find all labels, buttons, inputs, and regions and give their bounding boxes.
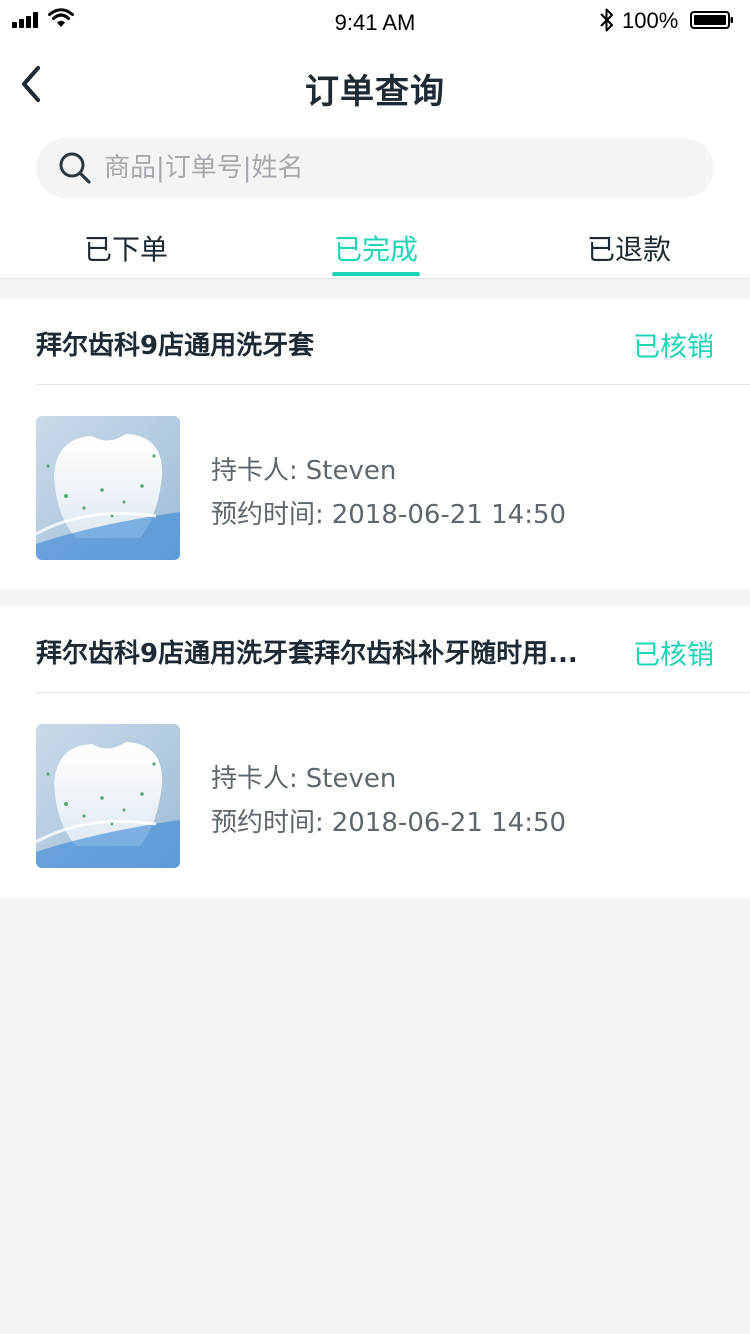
bluetooth-icon [600,8,613,32]
card-holder-row: 持卡人: Steven [211,450,396,487]
status-bar: 9:41 AM 100% [0,0,750,40]
card-holder-value: Steven [305,456,397,486]
appointment-time-label: 预约时间: [211,500,324,530]
order-query-screen: 9:41 AM 100% 订单查询 已下单 已完成 已退款 [0,0,750,1334]
product-thumbnail [36,416,180,560]
appointment-time-row: 预约时间: 2018-06-21 14:50 [211,494,566,531]
tab-refunded[interactable]: 已退款 [587,228,671,268]
active-tab-indicator [332,272,420,276]
product-thumbnail [36,724,180,868]
battery-percentage: 100% [622,8,679,33]
search-icon [59,152,91,184]
battery-icon [690,11,733,29]
tab-ordered[interactable]: 已下单 [84,228,168,268]
card-holder-row: 持卡人: Steven [211,758,396,795]
status-tabs: 已下单 已完成 已退款 [0,218,750,279]
appointment-time-value: 2018-06-21 14:50 [331,500,567,530]
appointment-time-label: 预约时间: [211,808,324,838]
order-card-header: 拜尔齿科9店通用洗牙套拜尔齿科补牙随时用... 已核销 [36,606,750,693]
order-status-badge: 已核销 [633,332,714,363]
card-holder-label: 持卡人: [211,764,298,794]
order-title: 拜尔齿科9店通用洗牙套拜尔齿科补牙随时用... [36,639,578,669]
header-area: 9:41 AM 100% 订单查询 已下单 已完成 已退款 [0,0,750,279]
tab-completed[interactable]: 已完成 [334,228,418,268]
page-title: 订单查询 [305,72,445,112]
search-input[interactable] [104,138,694,198]
appointment-time-value: 2018-06-21 14:50 [331,808,567,838]
order-title: 拜尔齿科9店通用洗牙套 [36,331,315,361]
appointment-time-row: 预约时间: 2018-06-21 14:50 [211,802,566,839]
card-holder-label: 持卡人: [211,456,298,486]
order-card[interactable]: 拜尔齿科9店通用洗牙套 已核销 持卡人: Steven 预约时间: 2018-0… [0,298,750,590]
card-holder-value: Steven [305,764,397,794]
order-card[interactable]: 拜尔齿科9店通用洗牙套拜尔齿科补牙随时用... 已核销 持卡人: Steven … [0,606,750,898]
search-bar[interactable] [36,138,714,198]
order-card-header: 拜尔齿科9店通用洗牙套 已核销 [36,298,750,385]
order-status-badge: 已核销 [633,640,714,671]
